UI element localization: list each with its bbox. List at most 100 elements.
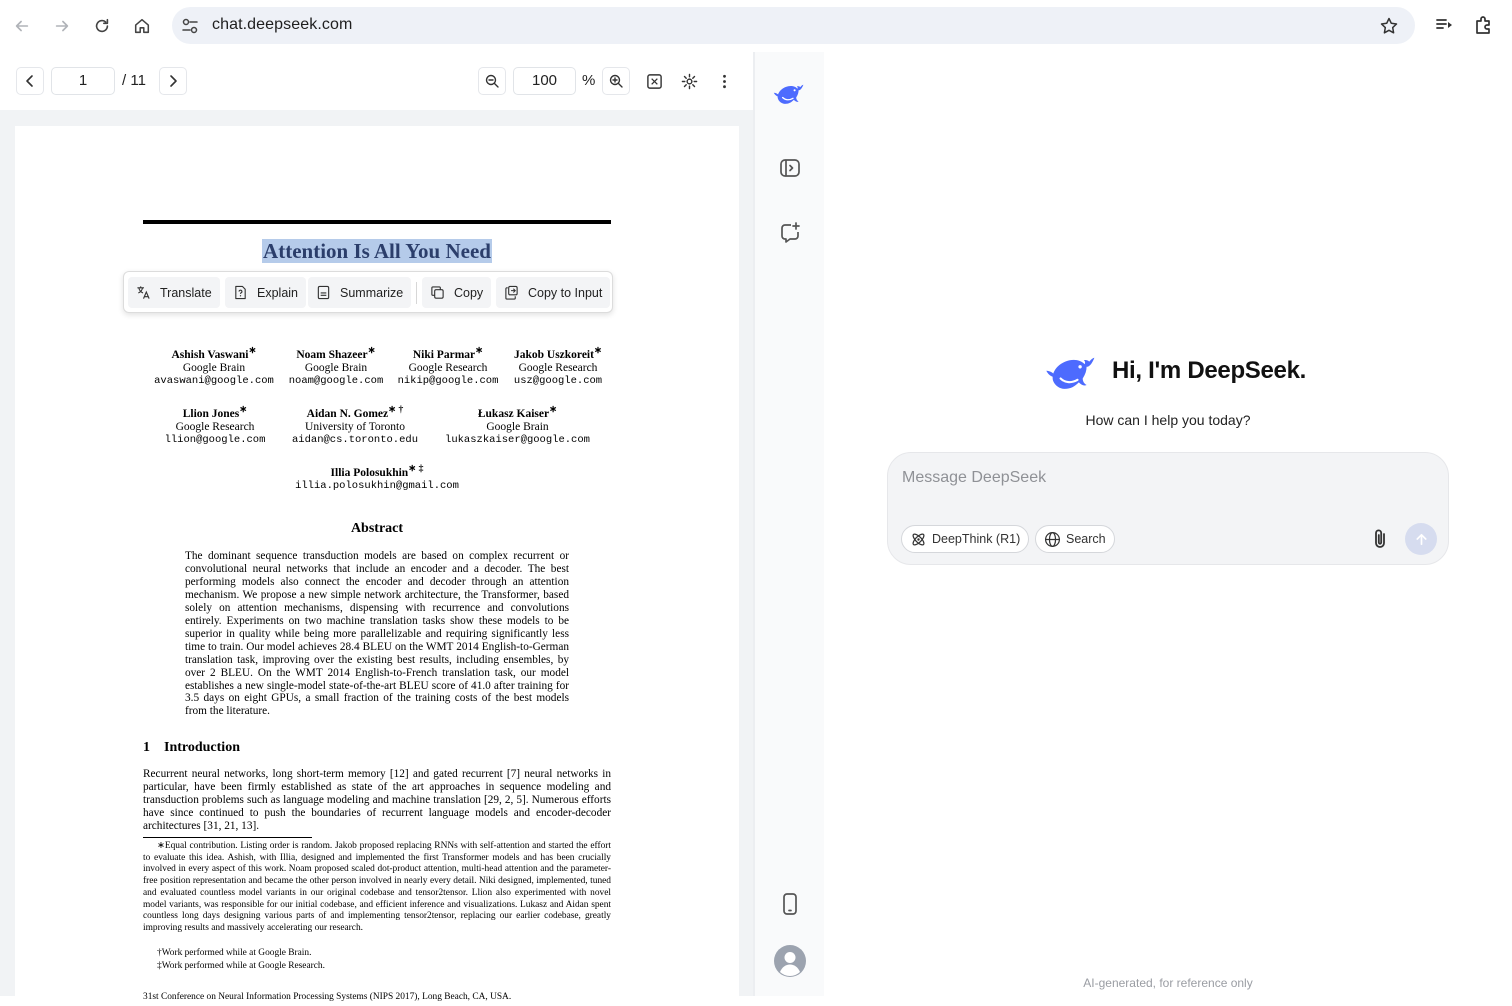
zoom-out-button[interactable] xyxy=(478,67,506,95)
message-composer: DeepThink (R1) Search xyxy=(887,452,1449,565)
pdf-toolbar: 1 / 11 100 % xyxy=(0,52,755,110)
greeting-subtitle: How can I help you today? xyxy=(1085,412,1251,428)
zoom-in-button[interactable] xyxy=(602,67,630,95)
reload-button[interactable] xyxy=(88,12,116,40)
copy-to-input-button[interactable]: Copy to Input xyxy=(496,277,611,308)
site-settings-icon[interactable] xyxy=(180,16,200,36)
home-button[interactable] xyxy=(128,12,156,40)
translate-label: Translate xyxy=(160,285,212,300)
abstract-heading: Abstract xyxy=(350,521,404,536)
profile-button[interactable] xyxy=(774,945,806,977)
author-mark: ∗ xyxy=(367,345,376,356)
footnote-contribution: ∗Equal contribution. Listing order is ra… xyxy=(143,841,611,933)
explain-label: Explain xyxy=(257,285,298,300)
author-email: illia.polosukhin@gmail.com xyxy=(295,479,459,492)
star-icon[interactable] xyxy=(1379,16,1399,36)
paper-title[interactable]: Attention Is All You Need xyxy=(15,239,739,264)
pdf-viewer: 1 / 11 100 % Attention Is All You Need T… xyxy=(0,52,755,1006)
copy-button[interactable]: Copy xyxy=(422,277,492,308)
deepseek-chat-area: Hi, I'm DeepSeek. How can I help you tod… xyxy=(824,52,1512,996)
author-block: Llion Jones∗ Google Research llion@googl… xyxy=(155,403,275,447)
author-name: Illia Polosukhin xyxy=(330,466,409,479)
author-block: Niki Parmar∗ Google Research nikip@googl… xyxy=(393,344,503,388)
footnote-ddagger: ‡Work performed while at Google Research… xyxy=(157,961,325,971)
author-email: llion@google.com xyxy=(164,433,266,446)
back-button[interactable] xyxy=(8,12,36,40)
prev-page-button[interactable] xyxy=(16,67,44,95)
extensions-icon[interactable] xyxy=(1473,14,1495,36)
summarize-button[interactable]: Summarize xyxy=(308,277,412,308)
address-bar[interactable]: chat.deepseek.com xyxy=(172,7,1415,44)
translate-button[interactable]: Translate xyxy=(128,277,220,308)
sidebar-toggle-icon xyxy=(780,159,800,177)
intro-paragraph: Recurrent neural networks, long short-te… xyxy=(143,768,611,832)
author-mark: ∗ xyxy=(475,345,484,356)
author-name: Ashish Vaswani xyxy=(171,348,249,361)
author-name: Aidan N. Gomez xyxy=(306,407,389,420)
copy-to-input-label: Copy to Input xyxy=(528,285,603,300)
next-page-button[interactable] xyxy=(159,67,187,95)
send-button[interactable] xyxy=(1405,523,1437,555)
mobile-app-icon xyxy=(783,893,797,915)
abstract-text: The dominant sequence transduction model… xyxy=(185,550,569,718)
page-footer: 31st Conference on Neural Information Pr… xyxy=(143,992,512,1002)
translate-icon xyxy=(137,286,150,299)
home-icon xyxy=(134,18,150,34)
author-affiliation: Google Brain xyxy=(182,361,246,374)
zoom-out-icon xyxy=(485,74,499,88)
title-rule xyxy=(143,220,611,224)
send-arrow-icon xyxy=(1415,533,1427,545)
author-block: Illia Polosukhin∗ ‡ illia.polosukhin@gma… xyxy=(277,462,477,493)
author-affiliation: Google Brain xyxy=(304,361,368,374)
author-mark: ∗ ‡ xyxy=(408,463,424,474)
deepthink-toggle[interactable]: DeepThink (R1) xyxy=(901,525,1030,553)
pdf-page: Attention Is All You Need Translate Expl… xyxy=(15,126,739,1006)
message-input[interactable] xyxy=(902,467,1422,489)
reading-list-icon[interactable] xyxy=(1433,14,1455,36)
fit-page-icon xyxy=(646,73,662,89)
deepseek-logo-button[interactable] xyxy=(773,80,805,106)
zoom-input[interactable]: 100 xyxy=(513,67,576,95)
explain-button[interactable]: Explain xyxy=(225,277,306,308)
author-affiliation: Google Research xyxy=(175,420,255,433)
paperclip-icon[interactable] xyxy=(1368,527,1392,551)
new-chat-icon xyxy=(781,222,800,243)
copy-label: Copy xyxy=(454,285,484,300)
footnote-rule xyxy=(143,837,312,838)
forward-button[interactable] xyxy=(48,12,76,40)
browser-toolbar: chat.deepseek.com xyxy=(0,0,1512,52)
url-text[interactable]: chat.deepseek.com xyxy=(212,16,352,34)
author-email: usz@google.com xyxy=(513,374,603,387)
open-sidebar-button[interactable] xyxy=(776,154,804,182)
avatar-icon xyxy=(774,945,806,977)
author-block: Łukasz Kaiser∗ Google Brain lukaszkaiser… xyxy=(440,403,595,447)
new-chat-button[interactable] xyxy=(776,219,804,247)
deepseek-logo-icon xyxy=(1046,357,1095,389)
deepthink-label: DeepThink (R1) xyxy=(932,532,1021,546)
author-email: aidan@cs.toronto.edu xyxy=(291,433,419,446)
more-vertical-icon xyxy=(722,74,726,88)
explain-icon xyxy=(235,285,246,300)
selected-title-text[interactable]: Attention Is All You Need xyxy=(262,239,492,263)
footnote-dagger: †Work performed while at Google Brain. xyxy=(157,948,312,958)
author-mark: ∗ xyxy=(549,404,558,415)
author-mark: ∗ xyxy=(248,345,257,356)
author-name: Niki Parmar xyxy=(412,348,476,361)
pdf-settings-button[interactable] xyxy=(678,70,700,92)
author-name: Llion Jones xyxy=(182,407,240,420)
reload-icon xyxy=(95,18,109,33)
deepseek-logo-icon xyxy=(773,84,804,104)
chevron-left-icon xyxy=(26,75,33,87)
search-toggle[interactable]: Search xyxy=(1035,525,1115,553)
author-block: Noam Shazeer∗ Google Brain noam@google.c… xyxy=(280,344,392,388)
zoom-unit: % xyxy=(582,72,596,89)
get-app-button[interactable] xyxy=(776,890,804,918)
author-mark: ∗ † xyxy=(388,404,404,415)
author-name: Łukasz Kaiser xyxy=(477,407,550,420)
more-options-button[interactable] xyxy=(713,70,735,92)
atom-icon xyxy=(912,532,925,546)
gear-icon xyxy=(681,73,697,89)
page-number-input[interactable]: 1 xyxy=(51,67,115,95)
search-label: Search xyxy=(1066,532,1106,546)
fit-page-button[interactable] xyxy=(643,70,665,92)
